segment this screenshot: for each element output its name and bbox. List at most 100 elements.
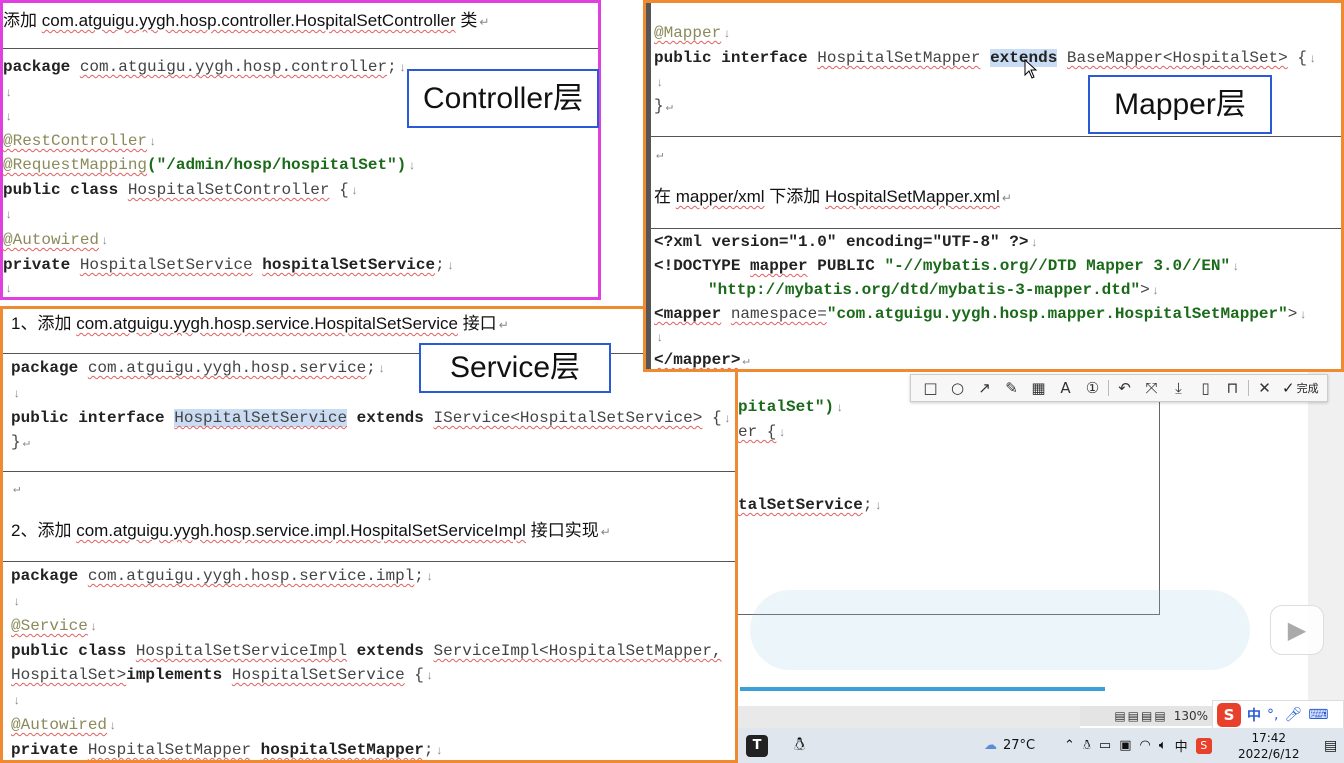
- play-overlay-icon[interactable]: ▶: [1270, 605, 1324, 655]
- xml-mapper-close-line: </mapper> ↵: [654, 351, 750, 369]
- divider: [3, 471, 735, 472]
- rectangle-tool-icon[interactable]: □: [917, 375, 944, 401]
- annotation-toolbar: □ ○ ↗ ✎ ▦ A ① ↶ ⤧ ⤓ ▯ ⊓ ✕ ✓ 完成: [910, 374, 1328, 402]
- tray-chevron-icon[interactable]: ⌃: [1064, 738, 1075, 753]
- divider: [3, 353, 735, 354]
- background-code-line: pitalSet") ↓: [738, 398, 844, 416]
- mouse-cursor-icon: [1024, 59, 1038, 79]
- done-button[interactable]: ✓ 完成: [1282, 379, 1319, 397]
- done-label: 完成: [1296, 382, 1319, 395]
- code-annotation-line: @Service ↓: [11, 617, 98, 635]
- xml-doctype-line-cont: "http://mybatis.org/dtd/mybatis-3-mapper…: [708, 281, 1159, 299]
- code-annotation-line: @RestController ↓: [3, 132, 157, 150]
- code-blank-line: ↓: [5, 110, 13, 124]
- code-blank-line: ↓: [5, 86, 13, 100]
- code-blank-line: ↓: [5, 208, 13, 222]
- service-step1-heading: 1、添加 com.atguigu.yygh.hosp.service.Hospi…: [11, 314, 509, 333]
- xml-mapper-open-line: <mapper namespace="com.atguigu.yygh.hosp…: [654, 305, 1307, 323]
- divider: [3, 561, 735, 562]
- code-class-line: public class HospitalSetController {↓: [3, 181, 358, 199]
- ime-punct-toggle[interactable]: °,: [1267, 707, 1278, 723]
- code-annotation-line: @Autowired ↓: [3, 231, 109, 249]
- microphone-icon[interactable]: 🎤︎: [1284, 707, 1302, 723]
- service-step2-heading: 2、添加 com.atguigu.yygh.hosp.service.impl.…: [11, 521, 611, 540]
- code-package-line: package com.atguigu.yygh.hosp.controller…: [3, 58, 406, 76]
- keyboard-icon[interactable]: ⌨: [1308, 707, 1328, 723]
- wifi-icon[interactable]: ◠: [1140, 738, 1151, 753]
- code-blank-line: ↓: [656, 331, 664, 345]
- system-tray: ⌃ 🐧︎ ▭ ▣ ◠ 🔈︎ 中 S: [1064, 728, 1212, 763]
- code-blank-line: ↵: [13, 482, 21, 496]
- temperature: 27°C: [1003, 738, 1036, 753]
- code-field-line: private HospitalSetMapper hospitalSetMap…: [11, 741, 443, 759]
- ime-toolbar: S 中 °, 🎤︎ ⌨: [1212, 700, 1344, 730]
- close-icon[interactable]: ✕: [1251, 375, 1278, 401]
- zoom-level[interactable]: 130%: [1174, 709, 1208, 723]
- toolbar-separator: [1248, 380, 1249, 396]
- taskbar-app-t[interactable]: T: [746, 728, 768, 763]
- service-layer-label: Service层: [419, 343, 611, 393]
- controller-panel: 添加 com.atguigu.yygh.hosp.controller.Hosp…: [0, 0, 601, 300]
- volume-icon[interactable]: 🔈︎: [1159, 738, 1167, 753]
- divider: [646, 228, 1341, 229]
- code-brace-line: } ↵: [11, 433, 30, 451]
- ime-lang-toggle[interactable]: 中: [1247, 705, 1261, 725]
- background-code-line: er {↓: [738, 423, 786, 441]
- qq-tray-icon[interactable]: 🐧︎: [1083, 738, 1091, 754]
- controller-heading: 添加 com.atguigu.yygh.hosp.controller.Hosp…: [3, 11, 490, 30]
- code-class-line-cont: HospitalSet>implements HospitalSetServic…: [11, 666, 434, 684]
- divider: [3, 48, 598, 49]
- view-mode-icons[interactable]: ▤▤▤▤: [1114, 709, 1167, 723]
- code-class-line: public class HospitalSetServiceImpl exte…: [11, 642, 722, 660]
- code-blank-line: ↓: [5, 282, 13, 296]
- code-annotation-line: @RequestMapping("/admin/hosp/hospitalSet…: [3, 156, 416, 174]
- code-blank-line: ↓: [13, 694, 21, 708]
- sogou-tray-icon[interactable]: S: [1195, 737, 1212, 754]
- code-blank-line: ↓: [656, 76, 664, 90]
- taskbar: T 🐧︎ ☁ 27°C ⌃ 🐧︎ ▭ ▣ ◠ 🔈︎ 中 S 17:42 2022…: [738, 728, 1344, 763]
- watermark: [750, 590, 1250, 670]
- xml-doctype-line: <!DOCTYPE mapper PUBLIC "-//mybatis.org/…: [654, 257, 1240, 275]
- code-blank-line: ↓: [13, 387, 21, 401]
- divider: [646, 136, 1341, 137]
- clock-time: 17:42: [1251, 730, 1287, 745]
- crop-icon[interactable]: ⤧: [1138, 375, 1165, 401]
- arrow-tool-icon[interactable]: ↗: [971, 375, 998, 401]
- notification-icon[interactable]: ▤: [1324, 728, 1337, 763]
- qq-penguin-icon[interactable]: 🐧︎: [794, 728, 805, 763]
- monitor-icon[interactable]: ▣: [1119, 738, 1131, 753]
- bookmark-icon[interactable]: ⊓: [1219, 375, 1246, 401]
- controller-layer-label: Controller层: [407, 69, 599, 128]
- phone-icon[interactable]: ▯: [1192, 375, 1219, 401]
- sogou-logo-icon[interactable]: S: [1217, 703, 1241, 727]
- code-brace-line: } ↵: [654, 97, 673, 115]
- code-annotation-line: @Mapper ↓: [654, 24, 731, 42]
- code-package-line: package com.atguigu.yygh.hosp.service.im…: [11, 567, 434, 585]
- weather-widget[interactable]: ☁ 27°C: [984, 728, 1035, 763]
- bottom-gray-band: [738, 706, 1080, 728]
- pen-tool-icon[interactable]: ✎: [998, 375, 1025, 401]
- mapper-panel: @Mapper ↓ public interface HospitalSetMap…: [643, 0, 1344, 372]
- text-tool-icon[interactable]: A: [1052, 375, 1079, 401]
- tray-lang[interactable]: 中: [1175, 736, 1188, 755]
- code-interface-line: public interface HospitalSetService exte…: [11, 409, 731, 427]
- code-annotation-line: @Autowired ↓: [11, 716, 117, 734]
- download-icon[interactable]: ⤓: [1165, 375, 1192, 401]
- background-code-line: talSetService; ↓: [738, 496, 882, 514]
- mosaic-tool-icon[interactable]: ▦: [1025, 375, 1052, 401]
- number-tool-icon[interactable]: ①: [1079, 375, 1106, 401]
- clock-date: 2022/6/12: [1238, 746, 1300, 761]
- word-status-bar: ▤▤▤▤ 130%: [1080, 706, 1212, 726]
- right-scroll-strip[interactable]: [1308, 372, 1344, 712]
- code-blank-line: ↓: [13, 595, 21, 609]
- cloud-icon: ☁: [984, 738, 997, 753]
- service-panel: 1、添加 com.atguigu.yygh.hosp.service.Hospi…: [0, 306, 738, 763]
- battery-icon[interactable]: ▭: [1099, 738, 1111, 753]
- taskbar-clock[interactable]: 17:42 2022/6/12: [1238, 728, 1300, 763]
- code-interface-line: public interface HospitalSetMapper exten…: [654, 49, 1317, 67]
- check-icon: ✓: [1282, 379, 1295, 397]
- toolbar-separator: [1108, 380, 1109, 396]
- mapper-xml-heading: 在 mapper/xml 下添加 HospitalSetMapper.xml ↵: [654, 187, 1012, 206]
- ellipse-tool-icon[interactable]: ○: [944, 375, 971, 401]
- undo-icon[interactable]: ↶: [1111, 375, 1138, 401]
